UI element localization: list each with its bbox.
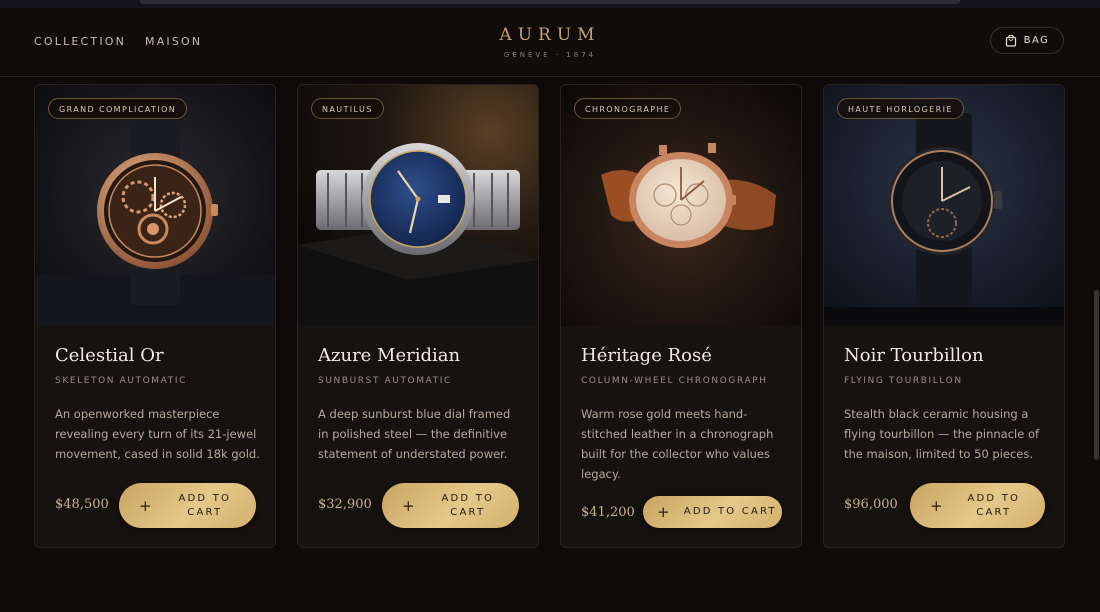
add-to-cart-button[interactable]: + ADD TO CART xyxy=(643,496,782,528)
logo-tagline: GENÈVE · 1874 xyxy=(503,51,597,59)
product-subtitle: SUNBURST AUTOMATIC xyxy=(318,376,452,386)
product-badge: NAUTILUS xyxy=(311,98,384,119)
add-to-cart-button[interactable]: + ADD TO CART xyxy=(119,483,256,528)
product-subtitle: COLUMN-WHEEL CHRONOGRAPH xyxy=(581,376,768,386)
bag-icon xyxy=(1005,34,1016,47)
site-header: COLLECTION MAISON AURUM GENÈVE · 1874 BA… xyxy=(0,8,1100,77)
plus-icon: + xyxy=(139,496,154,515)
product-card[interactable]: HAUTE HORLOGERIE Noir Tourbillon FLYING … xyxy=(823,84,1065,548)
product-description: An openworked masterpiece revealing ever… xyxy=(55,407,260,461)
product-price: $96,000 xyxy=(844,497,898,512)
product-title[interactable]: Héritage Rosé xyxy=(581,345,712,366)
product-badge: CHRONOGRAPHE xyxy=(574,98,682,119)
watch-image-noir[interactable] xyxy=(824,85,1064,326)
watch-image-heritage[interactable] xyxy=(561,85,801,326)
product-description: Stealth black ceramic housing a flying t… xyxy=(844,407,1040,461)
product-price: $48,500 xyxy=(55,497,109,512)
product-price: $41,200 xyxy=(581,505,635,520)
product-title[interactable]: Azure Meridian xyxy=(318,345,460,366)
product-price: $32,900 xyxy=(318,497,372,512)
product-card[interactable]: NAUTILUS Azure Meridian SUNBURST AUTOMAT… xyxy=(297,84,539,548)
add-to-cart-label: ADD TO CART xyxy=(683,506,777,517)
product-badge: GRAND COMPLICATION xyxy=(48,98,188,119)
product-title[interactable]: Noir Tourbillon xyxy=(844,345,984,366)
product-subtitle: FLYING TOURBILLON xyxy=(844,376,963,386)
bag-button[interactable]: BAG xyxy=(990,27,1064,54)
plus-icon: + xyxy=(402,496,417,515)
add-to-cart-button[interactable]: + ADD TO CART xyxy=(382,483,519,528)
add-to-cart-label: ADD TO CART xyxy=(967,492,1021,518)
product-badge: HAUTE HORLOGERIE xyxy=(837,98,964,119)
plus-icon: + xyxy=(657,503,672,521)
product-description: Warm rose gold meets hand-stitched leath… xyxy=(581,407,774,481)
product-title[interactable]: Celestial Or xyxy=(55,345,164,366)
product-card[interactable]: CHRONOGRAPHE Héritage Rosé COLUMN-WHEEL … xyxy=(560,84,802,548)
add-to-cart-button[interactable]: + ADD TO CART xyxy=(910,483,1045,528)
watch-image-azure[interactable] xyxy=(298,85,538,326)
watch-image-skeleton[interactable] xyxy=(35,85,275,326)
product-subtitle: SKELETON AUTOMATIC xyxy=(55,376,187,386)
product-card[interactable]: GRAND COMPLICATION Celestial Or SKELETON… xyxy=(34,84,276,548)
browser-tab-edge xyxy=(140,0,960,4)
logo-wordmark: AURUM xyxy=(499,25,601,45)
bag-label: BAG xyxy=(1023,35,1050,46)
add-to-cart-label: ADD TO CART xyxy=(441,492,495,518)
plus-icon: + xyxy=(930,496,945,515)
product-description: A deep sunburst blue dial framed in poli… xyxy=(318,407,511,461)
nav-link-maison[interactable]: MAISON xyxy=(145,35,202,48)
browser-top-strip xyxy=(0,0,1100,8)
brand-logo[interactable]: AURUM GENÈVE · 1874 xyxy=(440,25,660,59)
add-to-cart-label: ADD TO CART xyxy=(178,492,232,518)
nav-link-collection[interactable]: COLLECTION xyxy=(34,35,126,48)
page-scrollbar[interactable] xyxy=(1094,290,1099,460)
